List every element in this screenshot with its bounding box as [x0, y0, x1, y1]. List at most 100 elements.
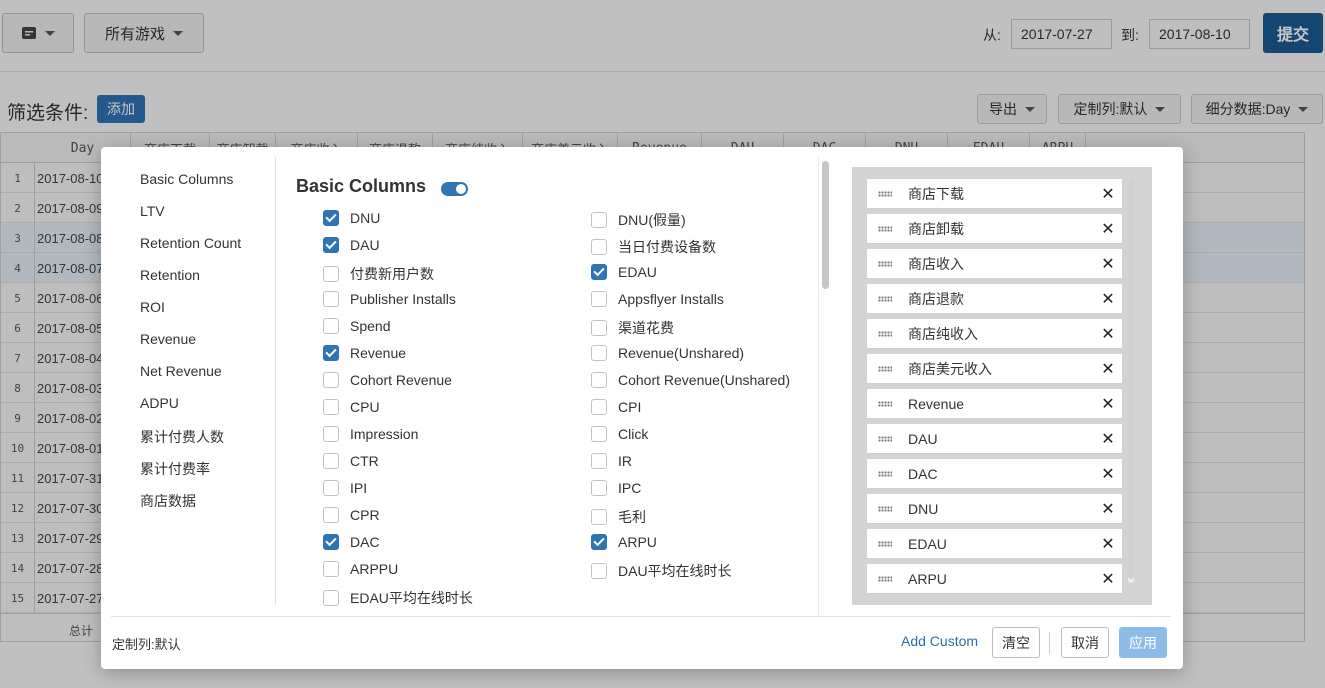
checkbox[interactable]: [323, 534, 339, 550]
column-option[interactable]: DNU(假量): [591, 210, 686, 230]
checkbox[interactable]: [591, 453, 607, 469]
column-option[interactable]: Spend: [323, 318, 390, 334]
category-item[interactable]: Retention: [140, 267, 200, 283]
column-option[interactable]: ARPPU: [323, 561, 398, 577]
category-item[interactable]: LTV: [140, 203, 165, 219]
column-option[interactable]: EDAU: [591, 264, 657, 280]
close-icon[interactable]: ✕: [1094, 184, 1122, 204]
selected-column-item[interactable]: 商店卸载 ✕: [867, 214, 1122, 244]
column-option[interactable]: Click: [591, 426, 648, 442]
column-option[interactable]: DAC: [323, 534, 380, 550]
close-icon[interactable]: ✕: [1094, 534, 1122, 554]
checkbox[interactable]: [591, 345, 607, 361]
section-toggle[interactable]: [441, 182, 468, 196]
column-option[interactable]: Cohort Revenue(Unshared): [591, 372, 790, 388]
checkbox[interactable]: [591, 534, 607, 550]
close-icon[interactable]: ✕: [1094, 359, 1122, 379]
checkbox[interactable]: [591, 563, 607, 579]
column-option[interactable]: Revenue: [323, 345, 406, 361]
selected-list-scrollbar-thumb[interactable]: [1128, 179, 1134, 579]
checkbox[interactable]: [591, 320, 607, 336]
apply-button[interactable]: 应用: [1119, 627, 1167, 658]
drag-handle-icon[interactable]: [878, 505, 892, 512]
drag-handle-icon[interactable]: [878, 330, 892, 337]
category-item[interactable]: 累计付费人数: [140, 427, 224, 447]
column-option[interactable]: CPU: [323, 399, 380, 415]
drag-handle-icon[interactable]: [878, 365, 892, 372]
selected-column-item[interactable]: EDAU ✕: [867, 529, 1122, 559]
column-option[interactable]: CTR: [323, 453, 379, 469]
checkbox[interactable]: [591, 212, 607, 228]
selected-column-item[interactable]: 商店退款 ✕: [867, 284, 1122, 314]
drag-handle-icon[interactable]: [878, 260, 892, 267]
checkbox[interactable]: [591, 480, 607, 496]
column-option[interactable]: IR: [591, 453, 632, 469]
column-option[interactable]: Revenue(Unshared): [591, 345, 744, 361]
column-option[interactable]: Publisher Installs: [323, 291, 456, 307]
selected-list-scrollbar[interactable]: [1128, 179, 1134, 583]
column-option[interactable]: EDAU平均在线时长: [323, 588, 473, 608]
selected-column-item[interactable]: ARPU ✕: [867, 564, 1122, 594]
category-item[interactable]: Net Revenue: [140, 363, 222, 379]
column-option[interactable]: CPI: [591, 399, 641, 415]
category-item[interactable]: ROI: [140, 299, 165, 315]
drag-handle-icon[interactable]: [878, 470, 892, 477]
category-item[interactable]: Retention Count: [140, 235, 241, 251]
checkbox[interactable]: [591, 372, 607, 388]
selected-column-item[interactable]: DNU ✕: [867, 494, 1122, 524]
drag-handle-icon[interactable]: [878, 225, 892, 232]
checkbox[interactable]: [323, 590, 339, 606]
column-option[interactable]: 毛利: [591, 507, 646, 527]
selected-column-item[interactable]: 商店收入 ✕: [867, 249, 1122, 279]
selected-column-item[interactable]: DAU ✕: [867, 424, 1122, 454]
checkbox[interactable]: [323, 266, 339, 282]
selected-column-item[interactable]: DAC ✕: [867, 459, 1122, 489]
selected-column-item[interactable]: 商店下载 ✕: [867, 179, 1122, 209]
checkbox[interactable]: [323, 399, 339, 415]
checkbox[interactable]: [323, 507, 339, 523]
category-item[interactable]: Basic Columns: [140, 171, 233, 187]
checkbox[interactable]: [591, 239, 607, 255]
drag-handle-icon[interactable]: [878, 295, 892, 302]
add-custom-link[interactable]: Add Custom: [901, 633, 978, 649]
close-icon[interactable]: ✕: [1094, 254, 1122, 274]
close-icon[interactable]: ✕: [1094, 429, 1122, 449]
column-option[interactable]: DAU平均在线时长: [591, 561, 732, 581]
checkbox[interactable]: [323, 210, 339, 226]
selected-column-item[interactable]: Revenue ✕: [867, 389, 1122, 419]
category-item[interactable]: ADPU: [140, 395, 179, 411]
cancel-button[interactable]: 取消: [1061, 627, 1109, 658]
selected-column-item[interactable]: 商店美元收入 ✕: [867, 354, 1122, 384]
column-option[interactable]: IPI: [323, 480, 367, 496]
column-option[interactable]: DAU: [323, 237, 380, 253]
options-scrollbar[interactable]: [818, 157, 832, 617]
checkbox[interactable]: [323, 426, 339, 442]
drag-handle-icon[interactable]: [878, 575, 892, 582]
category-item[interactable]: 累计付费率: [140, 459, 210, 479]
drag-handle-icon[interactable]: [878, 540, 892, 547]
clear-button[interactable]: 清空: [992, 627, 1040, 658]
category-item[interactable]: 商店数据: [140, 491, 196, 511]
checkbox[interactable]: [323, 453, 339, 469]
checkbox[interactable]: [323, 345, 339, 361]
checkbox[interactable]: [323, 237, 339, 253]
close-icon[interactable]: ✕: [1094, 464, 1122, 484]
column-option[interactable]: CPR: [323, 507, 380, 523]
checkbox[interactable]: [323, 480, 339, 496]
column-option[interactable]: IPC: [591, 480, 641, 496]
column-option[interactable]: ARPU: [591, 534, 657, 550]
checkbox[interactable]: [591, 509, 607, 525]
column-option[interactable]: 渠道花费: [591, 318, 674, 338]
column-option[interactable]: Appsflyer Installs: [591, 291, 724, 307]
drag-handle-icon[interactable]: [878, 400, 892, 407]
selected-column-item[interactable]: 商店纯收入 ✕: [867, 319, 1122, 349]
checkbox[interactable]: [323, 561, 339, 577]
checkbox[interactable]: [323, 318, 339, 334]
close-icon[interactable]: ✕: [1094, 219, 1122, 239]
column-option[interactable]: Cohort Revenue: [323, 372, 452, 388]
category-item[interactable]: Revenue: [140, 331, 196, 347]
column-option[interactable]: 当日付费设备数: [591, 237, 716, 257]
checkbox[interactable]: [591, 291, 607, 307]
checkbox[interactable]: [323, 372, 339, 388]
checkbox[interactable]: [323, 291, 339, 307]
